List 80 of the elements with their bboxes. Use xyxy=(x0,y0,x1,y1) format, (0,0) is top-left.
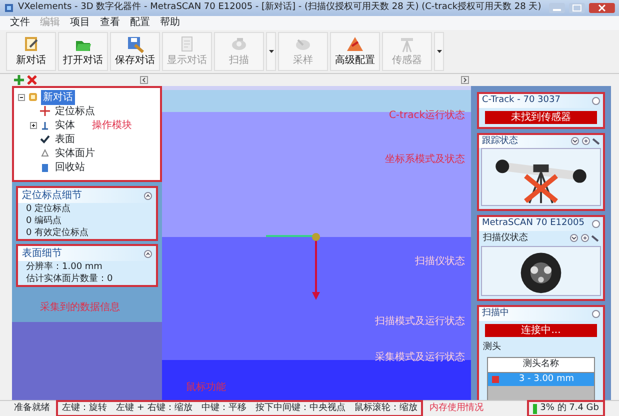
menu-item[interactable]: 帮助 xyxy=(160,17,180,29)
collapse-icon[interactable] xyxy=(140,76,148,84)
annotation-label: 采集模式及运行状态 xyxy=(375,350,465,365)
panel-title: 表面细节 xyxy=(22,246,62,261)
annotation-label: 坐标系模式及状态 xyxy=(385,152,465,167)
checkmark-icon xyxy=(40,134,50,144)
tree-item[interactable]: 新对话 xyxy=(41,90,75,104)
collapse-icon[interactable] xyxy=(144,250,152,258)
menu-item[interactable]: 项目 xyxy=(70,17,90,29)
tree-item[interactable]: 定位标点 xyxy=(53,104,97,118)
status-bar-indicator: 连接中... xyxy=(485,324,597,336)
detail-text: 0 编码点 xyxy=(25,215,63,227)
column-header: 测头名称 xyxy=(488,358,594,372)
detail-text: 0 定位标点 xyxy=(25,203,72,215)
tree-item[interactable]: 实体 xyxy=(53,118,77,132)
status-text: 准备就绪 xyxy=(14,402,50,415)
status-bar-indicator: 未找到传感器 xyxy=(485,110,597,124)
tree-item[interactable]: 回收站 xyxy=(53,160,87,174)
crosshair-icon xyxy=(40,106,50,116)
hint-text: 鼠标滚轮：缩放 xyxy=(354,402,418,415)
expand-toggle-icon[interactable] xyxy=(30,122,37,128)
panel-title: 定位标点细节 xyxy=(22,188,82,203)
menu-item[interactable]: 配置 xyxy=(130,17,150,29)
caret-icon xyxy=(436,50,442,53)
annotation-label: 鼠标功能 xyxy=(186,380,226,395)
panel-subtitle: 扫描仪状态 xyxy=(483,232,528,244)
tripod-icon xyxy=(398,35,416,53)
field-label: 测头 xyxy=(482,340,502,354)
window-title: VXelements - 3D 数字化器件 - MetraSCAN 70 E12005 - [新对话] - (扫描仪授权可用天数 28 天) (C-track授权可用天数 28 天) xyxy=(18,1,542,14)
hint-text: 左键：旋转 xyxy=(62,402,107,415)
expand-icon[interactable] xyxy=(461,76,469,84)
dropdown-icon[interactable] xyxy=(571,137,579,146)
settings-icon[interactable] xyxy=(580,234,588,242)
memory-meter-icon xyxy=(533,404,538,414)
delete-icon[interactable] xyxy=(27,75,37,85)
annotation-label: 扫描仪状态 xyxy=(415,254,465,269)
annotation-label: 操作模块 xyxy=(92,118,132,133)
disk-icon xyxy=(126,35,144,53)
collapse-toggle-icon[interactable] xyxy=(18,94,25,100)
caret-icon xyxy=(268,50,274,53)
memory-text: 3% 的 7.4 Gb xyxy=(540,402,599,415)
notebook-icon xyxy=(28,92,38,102)
notebook-icon xyxy=(22,35,40,53)
add-icon[interactable] xyxy=(14,75,24,85)
annotation-label: C-track运行状态 xyxy=(388,108,465,123)
tree-item[interactable]: 表面 xyxy=(53,132,77,146)
detail-text: 估计实体面片数量：0 xyxy=(25,273,114,285)
toolbar-button[interactable]: 打开对话 xyxy=(58,32,108,71)
collapse-icon[interactable] xyxy=(592,220,600,228)
toolbar-button[interactable]: 新对话 xyxy=(6,32,56,71)
scanner-icon xyxy=(230,35,248,53)
menu-item[interactable]: 文件 xyxy=(10,17,30,29)
annotation-label: 内存使用情况 xyxy=(429,402,484,415)
panel-title: 扫描中 xyxy=(482,307,509,320)
collapse-icon[interactable] xyxy=(144,192,152,200)
panel-title: MetraSCAN 70 E12005 xyxy=(482,217,584,230)
annotation-label: 扫描模式及运行状态 xyxy=(375,314,465,329)
hint-text: 按下中间键：中央视点 xyxy=(255,402,346,415)
hint-text: 中键：平移 xyxy=(201,402,246,415)
triangle-icon xyxy=(40,148,50,158)
close-icon[interactable] xyxy=(589,3,615,13)
menu-item[interactable]: 查看 xyxy=(100,17,120,29)
dropdown-icon[interactable] xyxy=(570,234,578,242)
panel-title: C-Track - 70 3037 xyxy=(482,94,560,107)
probe-icon xyxy=(492,376,499,383)
app-icon xyxy=(4,3,14,13)
collapse-icon[interactable] xyxy=(592,310,600,318)
toolbar-button[interactable]: 保存对话 xyxy=(110,32,160,71)
trash-icon xyxy=(40,162,50,172)
toolbar-button[interactable]: 高级配置 xyxy=(330,32,380,71)
axis-icon xyxy=(40,120,50,130)
hint-text: 左键 + 右键：缩放 xyxy=(116,402,192,415)
warning-triangle-icon xyxy=(346,35,364,53)
panel-title: 跟踪状态 xyxy=(482,134,518,148)
detail-text: 分辨率：1.00 mm xyxy=(25,261,104,273)
detail-text: 0 有效定位标点 xyxy=(25,227,90,239)
collapse-icon[interactable] xyxy=(592,96,600,105)
annotation-label: 采集到的数据信息 xyxy=(40,300,120,315)
settings-icon[interactable] xyxy=(582,137,590,146)
tree-item[interactable]: 实体面片 xyxy=(53,146,97,160)
